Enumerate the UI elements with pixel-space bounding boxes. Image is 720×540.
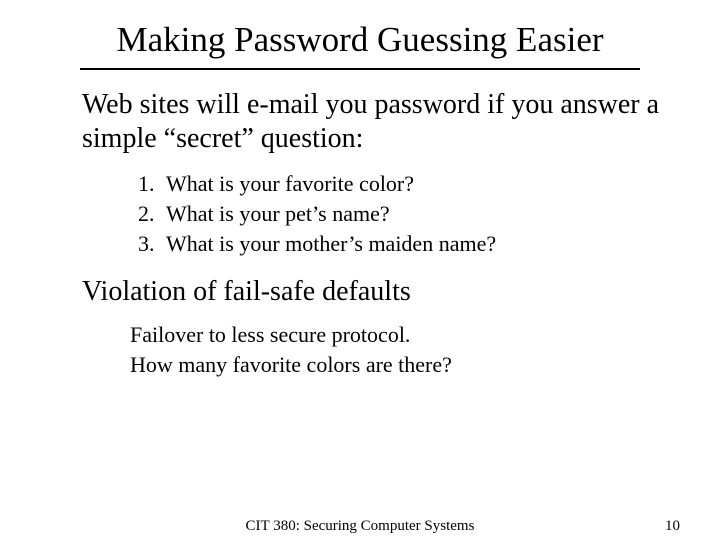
body-block: Failover to less secure protocol. How ma… bbox=[130, 320, 660, 379]
lead-text: Web sites will e-mail you password if yo… bbox=[82, 88, 660, 155]
list-item: What is your mother’s maiden name? bbox=[160, 229, 660, 259]
list-item: What is your favorite color? bbox=[160, 169, 660, 199]
body-line: Failover to less secure protocol. bbox=[130, 320, 660, 350]
page-title: Making Password Guessing Easier bbox=[80, 20, 640, 70]
page-number: 10 bbox=[665, 518, 680, 535]
slide: Making Password Guessing Easier Web site… bbox=[0, 0, 720, 380]
subheading: Violation of fail-safe defaults bbox=[82, 276, 660, 308]
body-line: How many favorite colors are there? bbox=[130, 350, 660, 380]
footer-center: CIT 380: Securing Computer Systems bbox=[0, 518, 720, 535]
question-list: What is your favorite color? What is you… bbox=[160, 169, 660, 258]
list-item: What is your pet’s name? bbox=[160, 199, 660, 229]
